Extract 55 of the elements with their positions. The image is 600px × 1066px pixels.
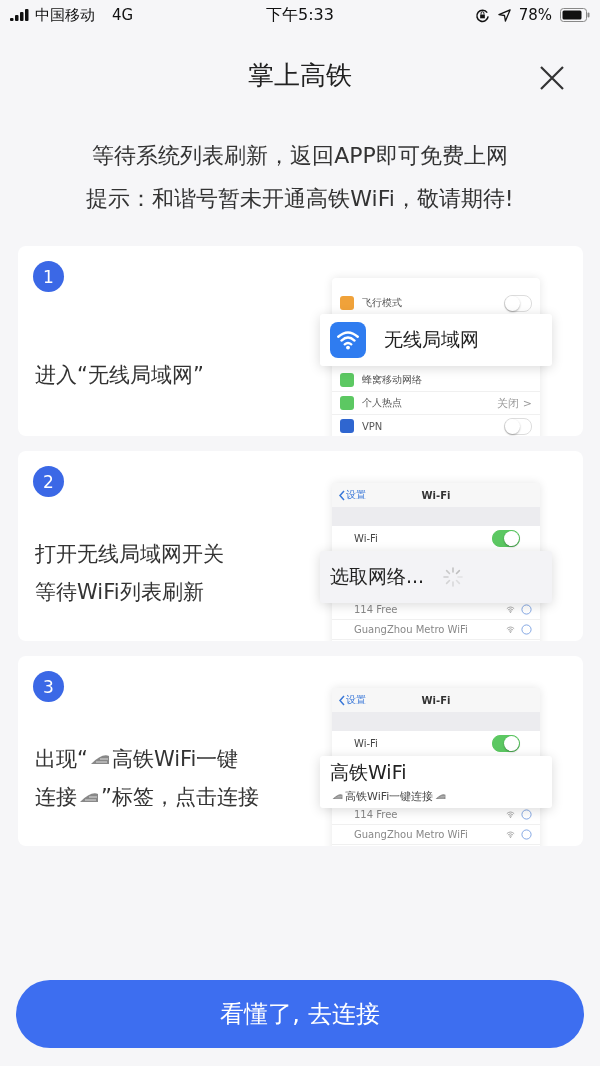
setting-label: 个人热点	[362, 396, 403, 410]
setting-label: VPN	[362, 420, 384, 432]
step-text: 高铁WiFi一键连接	[345, 789, 434, 804]
train-icon	[435, 793, 447, 800]
signal-icon	[10, 9, 30, 21]
step-number: 1	[33, 261, 64, 292]
battery-icon	[560, 8, 590, 22]
rotation-lock-icon	[474, 7, 490, 23]
carrier-name: 中国移动	[35, 5, 95, 25]
info-icon	[521, 829, 532, 840]
nav-title: Wi-Fi	[421, 489, 451, 501]
network-name: GuangZhou Metro WiFi	[354, 624, 469, 635]
spinner-icon	[442, 566, 465, 588]
notice-text: 等待系统列表刷新，返回APP即可免费上网	[92, 142, 508, 170]
network-name: 114 Free	[354, 604, 399, 615]
close-button[interactable]	[538, 64, 566, 92]
wifi-icon	[506, 605, 515, 614]
wifi-icon	[506, 830, 515, 839]
network-name: GuangZhou Metro WiFi	[354, 829, 469, 840]
step-text: 打开无线局域网开关	[35, 541, 224, 568]
location-icon	[497, 8, 511, 22]
step-text: 等待WiFi列表刷新	[35, 579, 204, 606]
step-number: 3	[33, 671, 64, 702]
train-icon	[89, 753, 110, 765]
setting-label: 飞行模式	[362, 296, 403, 310]
popup-label: 无线局域网	[384, 327, 479, 352]
network-type: 4G	[112, 6, 134, 24]
wifi-icon	[506, 810, 515, 819]
popup-label: 选取网络...	[330, 564, 425, 589]
step-text: ”标签，点击连接	[101, 784, 259, 811]
setting-value: 关闭 >	[497, 395, 532, 411]
chevron-icon	[338, 694, 346, 706]
nav-title: Wi-Fi	[421, 694, 451, 706]
setting-label: 蜂窝移动网络	[362, 373, 423, 387]
info-icon	[521, 624, 532, 635]
notice-text: 提示：和谐号暂未开通高铁WiFi，敬请期待!	[86, 185, 514, 213]
clock-time: 下午5:33	[266, 4, 334, 26]
step-text: 连接	[35, 784, 77, 811]
connect-button[interactable]: 看懂了, 去连接	[16, 980, 584, 1048]
chevron-icon	[338, 489, 346, 501]
network-name: 114 Free	[354, 809, 399, 820]
step-text: 高铁WiFi一键	[111, 746, 239, 773]
step-text: 进入“无线局域网”	[35, 362, 204, 389]
battery-percent: 78%	[518, 6, 552, 24]
popup-label: 高铁WiFi	[330, 760, 408, 785]
wifi-label: Wi-Fi	[354, 532, 379, 544]
wifi-icon	[506, 625, 515, 634]
info-icon	[521, 809, 532, 820]
info-icon	[521, 604, 532, 615]
wifi-label: Wi-Fi	[354, 737, 379, 749]
page-title: 掌上高铁	[248, 58, 352, 92]
train-icon	[79, 791, 99, 803]
step-text: 出现“	[35, 746, 88, 773]
train-icon	[332, 793, 343, 800]
step-number: 2	[33, 466, 64, 497]
